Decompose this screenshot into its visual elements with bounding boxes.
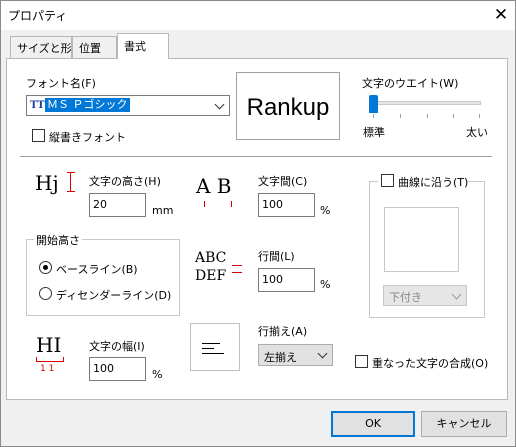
weight-max-label: 太い <box>466 126 488 139</box>
font-name-label: フォント名(F) <box>26 77 96 90</box>
line-spacing-label: 行間(L) <box>258 250 295 263</box>
tab-format[interactable]: 書式 <box>117 33 169 59</box>
spacing-marker-icon <box>204 201 232 207</box>
alignment-value: 左揃え <box>264 351 297 364</box>
close-icon[interactable]: ✕ <box>488 2 514 28</box>
char-spacing-icon: A B <box>196 174 232 198</box>
char-spacing-label: 文字間(C) <box>258 175 308 188</box>
weight-tick <box>427 114 428 118</box>
font-name-select[interactable]: TT ＭＳ Ｐゴシック <box>26 95 230 116</box>
height-marker-icon <box>67 172 75 192</box>
line-spacing-marker-icon <box>232 265 242 266</box>
ok-button[interactable]: OK <box>331 411 415 437</box>
char-width-unit: % <box>152 368 163 381</box>
curve-position-value: 下付き <box>389 291 422 304</box>
char-width-input[interactable]: 100 <box>89 357 146 381</box>
weight-tick <box>479 114 480 118</box>
tab-size-shape[interactable]: サイズと形 <box>10 36 72 58</box>
truetype-font-icon: TT <box>30 100 45 111</box>
line-spacing-marker-icon <box>232 272 242 273</box>
weight-label: 文字のウエイト(W) <box>362 77 459 90</box>
weight-tick <box>453 114 454 118</box>
section-divider <box>20 156 492 157</box>
char-height-label: 文字の高さ(H) <box>89 175 161 188</box>
baseline-radio[interactable] <box>39 261 52 274</box>
width-marker-numbers: 1 1 <box>40 364 55 374</box>
line-spacing-icon-top: ABC <box>195 250 227 266</box>
char-height-unit: mm <box>152 204 174 217</box>
char-width-icon: HI <box>36 333 62 357</box>
alignment-select[interactable]: 左揃え <box>258 344 333 366</box>
width-marker-icon <box>36 357 64 362</box>
char-spacing-input[interactable]: 100 <box>258 193 315 217</box>
window-title: プロパティ <box>8 9 68 23</box>
start-height-group <box>26 239 180 316</box>
font-preview: Rankup <box>236 72 340 140</box>
line-spacing-icon-bottom: DEF <box>195 268 227 284</box>
preview-text: Rankup <box>246 94 330 121</box>
baseline-label: ベースライン(B) <box>56 263 138 276</box>
weight-tick <box>373 114 374 118</box>
curve-position-select[interactable]: 下付き <box>383 285 467 306</box>
align-left-icon <box>190 323 240 371</box>
overlap-checkbox[interactable] <box>355 355 368 368</box>
follow-curve-label: 曲線に沿う(T) <box>398 176 469 189</box>
font-name-value: ＭＳ Ｐゴシック <box>45 98 130 112</box>
start-height-title: 開始高さ <box>34 232 82 248</box>
weight-slider-track[interactable] <box>369 101 481 105</box>
vertical-font-label: 縦書きフォント <box>49 131 126 144</box>
descender-radio[interactable] <box>39 287 52 300</box>
char-width-label: 文字の幅(I) <box>89 340 145 353</box>
follow-curve-checkbox[interactable] <box>381 174 394 187</box>
weight-tick <box>400 114 401 118</box>
line-spacing-unit: % <box>320 278 331 291</box>
char-spacing-unit: % <box>320 204 331 217</box>
descender-label: ディセンダーライン(D) <box>56 289 172 302</box>
vertical-font-checkbox[interactable] <box>32 129 45 142</box>
char-height-input[interactable]: 20 <box>89 193 146 217</box>
curve-group-header: 曲線に沿う(T) <box>378 174 469 189</box>
overlap-label: 重なった文字の合成(O) <box>372 357 489 370</box>
cancel-button[interactable]: キャンセル <box>421 411 507 437</box>
curve-preview <box>384 207 459 272</box>
chevron-down-icon <box>214 99 225 110</box>
alignment-label: 行揃え(A) <box>258 325 308 338</box>
tab-position[interactable]: 位置 <box>72 36 117 58</box>
chevron-down-icon <box>451 289 462 300</box>
chevron-down-icon <box>317 348 328 359</box>
char-height-icon: Hj <box>35 171 59 195</box>
title-bar: プロパティ ✕ <box>0 0 516 30</box>
weight-slider-thumb[interactable] <box>369 95 378 113</box>
line-spacing-input[interactable]: 100 <box>258 268 315 292</box>
weight-min-label: 標準 <box>363 126 385 139</box>
